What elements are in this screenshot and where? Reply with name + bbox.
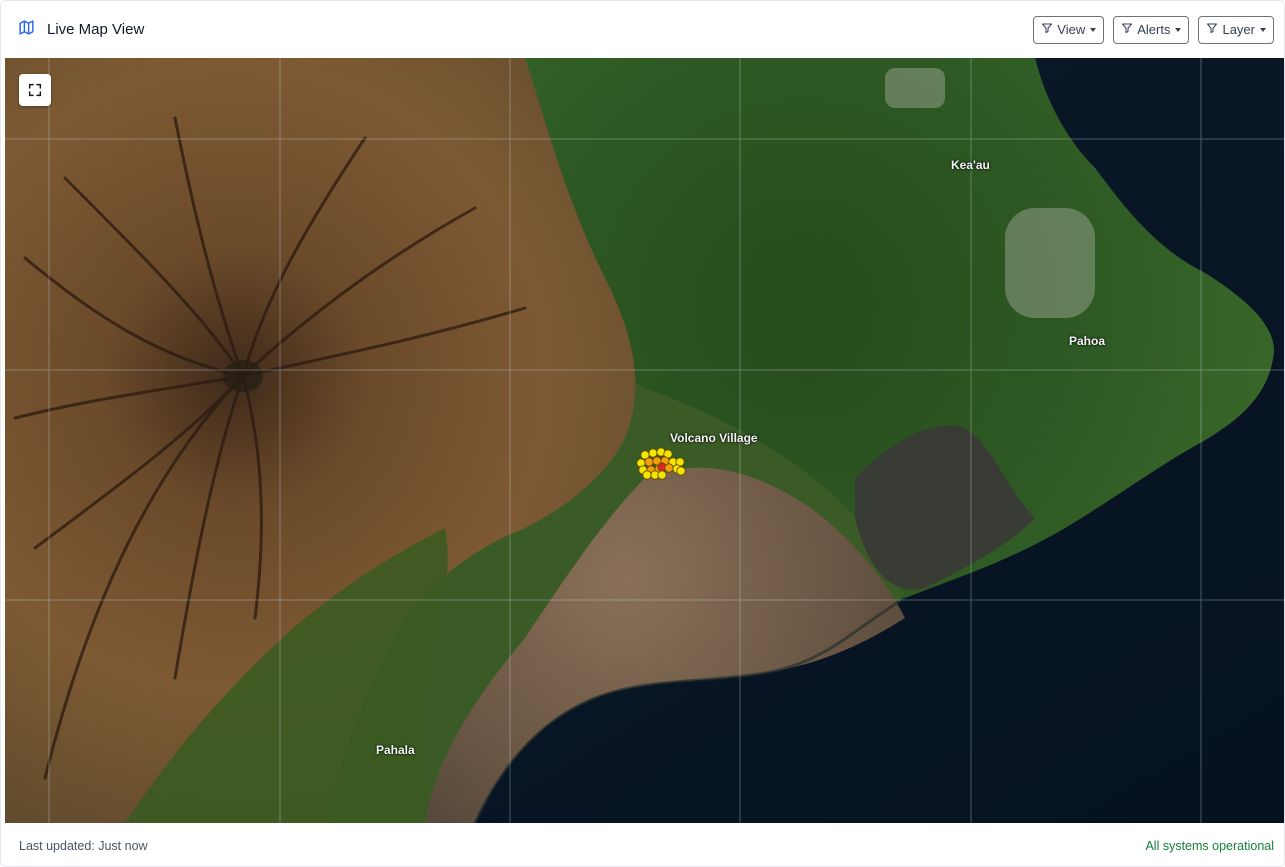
layer-filter-label: Layer xyxy=(1222,22,1255,37)
alert-marker[interactable] xyxy=(644,457,654,467)
filter-icon xyxy=(1041,22,1053,37)
expand-icon xyxy=(27,82,43,98)
alert-marker[interactable] xyxy=(648,448,658,458)
place-label-pahala: Pahala xyxy=(376,743,415,757)
map-header: Live Map View View Alerts Layer xyxy=(1,1,1284,58)
filter-icon xyxy=(1206,22,1218,37)
place-label-volcano-village: Volcano Village xyxy=(670,431,758,445)
place-label-keaau: Kea'au xyxy=(951,158,990,172)
alert-marker[interactable] xyxy=(676,466,686,476)
layer-filter-button[interactable]: Layer xyxy=(1198,15,1274,44)
alert-marker[interactable] xyxy=(657,470,667,480)
last-updated-text: Last updated: Just now xyxy=(19,838,148,853)
title-group: Live Map View xyxy=(18,19,144,41)
satellite-map[interactable]: Kea'au Pahoa Volcano Village Pahala xyxy=(5,58,1284,823)
caret-down-icon xyxy=(1090,27,1097,32)
map-footer: Last updated: Just now All systems opera… xyxy=(1,823,1284,866)
alerts-filter-label: Alerts xyxy=(1137,22,1171,37)
map-card: Live Map View View Alerts Layer Kea'au P… xyxy=(0,0,1285,867)
alert-marker[interactable] xyxy=(642,470,652,480)
view-filter-button[interactable]: View xyxy=(1033,15,1105,44)
caret-down-icon xyxy=(1175,27,1182,32)
place-label-pahoa: Pahoa xyxy=(1069,334,1106,348)
alert-marker[interactable] xyxy=(664,463,674,473)
view-filter-label: View xyxy=(1057,22,1086,37)
toolbar: View Alerts Layer xyxy=(1033,15,1274,44)
alerts-filter-button[interactable]: Alerts xyxy=(1113,15,1190,44)
caret-down-icon xyxy=(1260,27,1266,32)
fullscreen-button[interactable] xyxy=(19,74,51,106)
map-canvas xyxy=(5,58,1284,823)
filter-icon xyxy=(1121,22,1133,37)
page-title: Live Map View xyxy=(47,21,145,38)
system-status-text: All systems operational xyxy=(1145,838,1274,853)
map-icon xyxy=(18,19,35,41)
